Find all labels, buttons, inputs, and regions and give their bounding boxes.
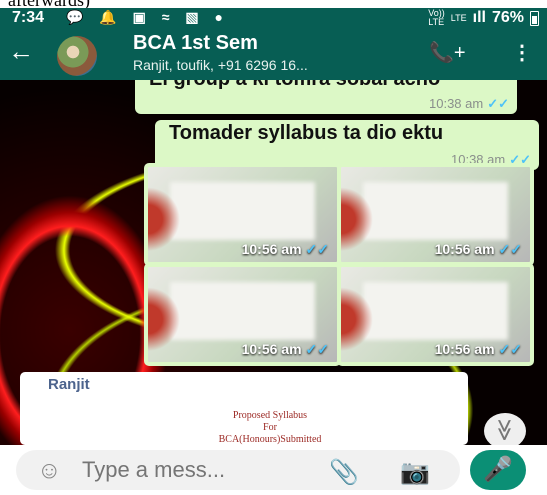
chat-area[interactable]: Ei group a ki tomra sobai acho 10:38 am✓… [0, 80, 547, 445]
status-time: 7:34 [12, 9, 45, 26]
image-time: 10:56 am ✓✓ [241, 241, 329, 257]
scroll-down-button[interactable]: ≫ [484, 413, 526, 445]
read-ticks-icon: ✓✓ [305, 241, 329, 257]
add-call-icon[interactable]: 📞+ [429, 40, 466, 65]
battery-icon [530, 10, 539, 26]
sender-name: Ranjit [48, 376, 90, 393]
cropped-caption: afterwards) [0, 0, 547, 8]
attach-icon[interactable]: 📎 [329, 458, 359, 487]
mic-icon[interactable]: 🎤 [470, 450, 526, 490]
message-text: Tomader syllabus ta dio ektu [169, 122, 444, 144]
document-line: BCA(Honours)Submitted [218, 434, 322, 445]
chat-title[interactable]: BCA 1st Sem [133, 32, 258, 55]
camera-icon[interactable]: 📷 [400, 458, 430, 487]
back-arrow-icon[interactable]: ← [8, 38, 34, 64]
image-message[interactable]: 10:56 am ✓✓ [337, 263, 534, 366]
document-line: Proposed Syllabus [232, 410, 308, 421]
message-input-box[interactable]: ☺ 📎 📷 [16, 450, 460, 490]
read-ticks-icon: ✓✓ [498, 241, 522, 257]
battery-percent: 76% [491, 9, 524, 26]
menu-icon[interactable]: ⋮ [512, 40, 532, 65]
image-message[interactable]: 10:56 am ✓✓ [144, 163, 341, 266]
phone-screen: 7:34 💬 🔔 ▣ ≈ ▧ ● Vo)) LTE LTE ıll 76% ← B… [0, 8, 547, 495]
image-time: 10:56 am ✓✓ [434, 341, 522, 357]
read-ticks-icon: ✓✓ [305, 341, 329, 357]
message-input[interactable] [80, 456, 284, 484]
chat-subtitle[interactable]: Ranjit, toufik, +91 6296 16... [133, 57, 308, 73]
group-avatar[interactable] [57, 36, 97, 76]
double-chevron-down-icon: ≫ [493, 418, 518, 442]
chat-header: ← BCA 1st Sem Ranjit, toufik, +91 6296 1… [0, 28, 547, 80]
lte-icon: LTE [450, 12, 467, 23]
message-composer: ☺ 📎 📷 🎤 [0, 445, 547, 495]
volte-icon: Vo)) LTE [428, 8, 445, 27]
signal-icon: ıll [472, 9, 486, 26]
status-icons: 💬 🔔 ▣ ≈ ▧ ● [66, 9, 229, 25]
document-line: For [263, 422, 277, 433]
status-right: Vo)) LTE LTE ıll 76% [428, 9, 539, 27]
status-bar: 7:34 💬 🔔 ▣ ≈ ▧ ● Vo)) LTE LTE ıll 76% [0, 8, 547, 28]
message-text: Ei group a ki tomra sobai acho [149, 80, 440, 90]
message-meta: 10:38 am ✓✓ [429, 96, 509, 111]
read-ticks-icon: ✓✓ [498, 341, 522, 357]
message-bubble[interactable]: Ei group a ki tomra sobai acho 10:38 am✓… [135, 80, 517, 114]
image-message[interactable]: 10:56 am ✓✓ [144, 263, 341, 366]
emoji-icon[interactable]: ☺ [37, 457, 62, 485]
image-time: 10:56 am ✓✓ [241, 341, 329, 357]
image-time: 10:56 am ✓✓ [434, 241, 522, 257]
read-ticks-icon: ✓✓ [487, 96, 509, 111]
image-message[interactable]: 10:56 am ✓✓ [337, 163, 534, 266]
document-message[interactable]: Ranjit Proposed Syllabus For BCA(Honours… [20, 372, 468, 445]
